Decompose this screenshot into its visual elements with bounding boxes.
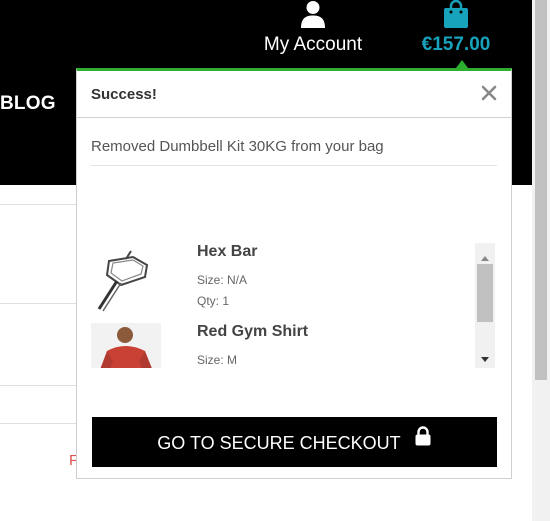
- items-scrollbar[interactable]: [475, 243, 495, 368]
- item-size: Size: N/A: [197, 273, 248, 287]
- item-size: Size: M: [197, 353, 238, 367]
- message-divider: [91, 165, 497, 166]
- lock-icon: [414, 415, 432, 465]
- checkout-label: GO TO SECURE CHECKOUT: [157, 433, 401, 454]
- nav-link-blog[interactable]: BLOG: [0, 93, 56, 115]
- page-divider: [0, 204, 77, 205]
- my-account-label: My Account: [263, 34, 363, 55]
- popup-title: Success!: [91, 86, 157, 103]
- my-account-link[interactable]: My Account: [259, 0, 367, 62]
- item-name: Red Gym Shirt: [197, 323, 309, 340]
- hex-bar-image: [91, 243, 161, 313]
- shopping-bag-link[interactable]: €157.00: [417, 0, 495, 62]
- red-shirt-image: [91, 323, 161, 368]
- removal-message: Removed Dumbbell Kit 30KG from your bag: [91, 138, 384, 155]
- popup-header: Success!: [77, 71, 511, 118]
- shopping-bag-icon: [443, 0, 469, 33]
- page-scrollbar-thumb[interactable]: [535, 0, 547, 380]
- bag-items-list: Hex Bar Size: N/A Qty: 1 Red Gym Shirt S…: [91, 243, 497, 368]
- secure-checkout-button[interactable]: GO TO SECURE CHECKOUT: [92, 417, 497, 467]
- close-icon[interactable]: [479, 83, 499, 103]
- bag-total: €157.00: [421, 34, 491, 55]
- page-divider: [0, 423, 77, 424]
- user-icon: [300, 0, 326, 33]
- bag-notification-popup: Success! Removed Dumbbell Kit 30KG from …: [76, 60, 512, 479]
- page-scrollbar[interactable]: [532, 0, 550, 521]
- item-qty: Qty: 1: [197, 294, 230, 308]
- item-name: Hex Bar: [197, 243, 258, 260]
- items-scrollbar-thumb[interactable]: [477, 264, 493, 322]
- scroll-down-icon[interactable]: [480, 351, 490, 369]
- page-divider: [0, 303, 77, 304]
- popup-pointer: [456, 60, 468, 68]
- page-divider: [0, 385, 77, 386]
